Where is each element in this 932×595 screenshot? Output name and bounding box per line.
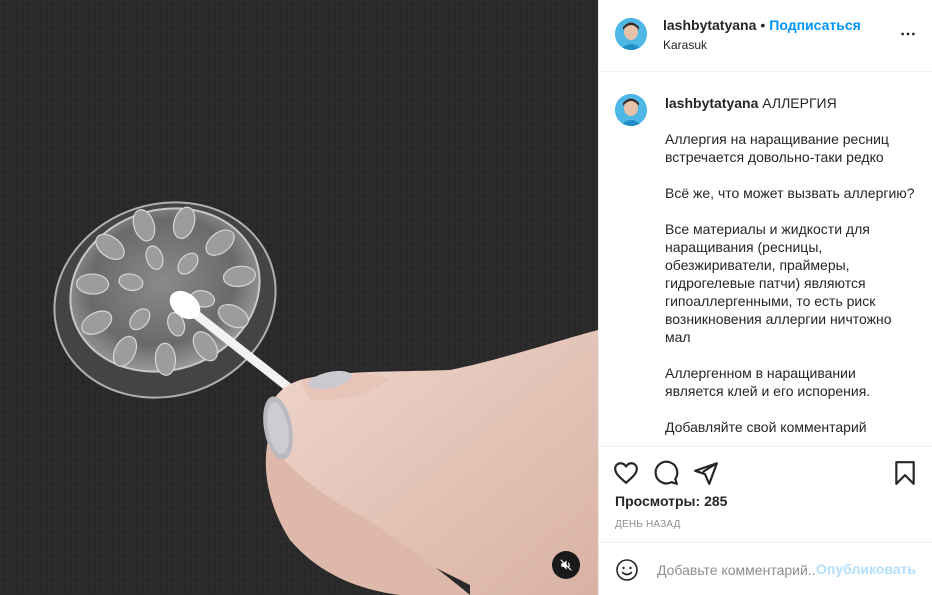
avatar-image — [615, 94, 647, 126]
emoji-icon[interactable] — [615, 558, 639, 582]
follow-button[interactable]: Подписаться — [769, 17, 861, 33]
caption-heading: lashbytatyana АЛЛЕРГИЯ — [665, 94, 915, 112]
post-header: lashbytatyana • Подписаться Karasuk — [599, 0, 932, 72]
more-icon[interactable] — [900, 26, 916, 42]
share-icon[interactable] — [693, 460, 719, 486]
author-avatar[interactable] — [615, 18, 647, 50]
header-line: lashbytatyana • Подписаться — [663, 17, 861, 33]
caption-author-avatar[interactable] — [615, 94, 647, 126]
header-separator: • — [760, 17, 766, 33]
caption-title: АЛЛЕРГИЯ — [762, 95, 837, 111]
author-username[interactable]: lashbytatyana — [663, 17, 756, 33]
bookmark-icon[interactable] — [892, 460, 918, 486]
post-location[interactable]: Karasuk — [663, 38, 707, 52]
caption-paragraph: Все материалы и жидкости для наращивания… — [665, 221, 892, 345]
caption-paragraph: Аллергенном в наращивании является клей … — [665, 365, 871, 399]
views-count[interactable]: Просмотры: 285 — [615, 493, 727, 509]
caption-paragraph: Аллергия на наращивание ресниц встречает… — [665, 131, 889, 165]
heart-icon[interactable] — [613, 460, 639, 486]
comment-icon[interactable] — [653, 460, 679, 486]
post-timestamp[interactable]: день назад — [615, 519, 681, 530]
mute-icon — [560, 559, 572, 571]
caption-username[interactable]: lashbytatyana — [665, 95, 758, 111]
post-comment-button[interactable]: Опубликовать — [816, 561, 916, 577]
caption-paragraph: Всё же, что может вызвать аллергию? — [665, 185, 915, 201]
post-actions: Просмотры: 285 день назад — [599, 446, 932, 542]
comments-section[interactable]: lashbytatyana АЛЛЕРГИЯ Аллергия на наращ… — [599, 72, 932, 446]
video-frame — [0, 0, 598, 595]
caption-paragraph: Добавляйте свой комментарий — [665, 419, 867, 435]
views-label: Просмотры: — [615, 493, 701, 509]
post-caption: lashbytatyana АЛЛЕРГИЯ Аллергия на наращ… — [665, 94, 915, 446]
comment-composer: Опубликовать — [599, 542, 932, 595]
comment-input[interactable] — [655, 557, 819, 583]
post-video[interactable] — [0, 0, 598, 595]
mute-button[interactable] — [552, 551, 580, 579]
post-side-panel: lashbytatyana • Подписаться Karasuk lashby… — [598, 0, 932, 595]
views-number: 285 — [704, 493, 728, 509]
avatar-image — [615, 18, 647, 50]
